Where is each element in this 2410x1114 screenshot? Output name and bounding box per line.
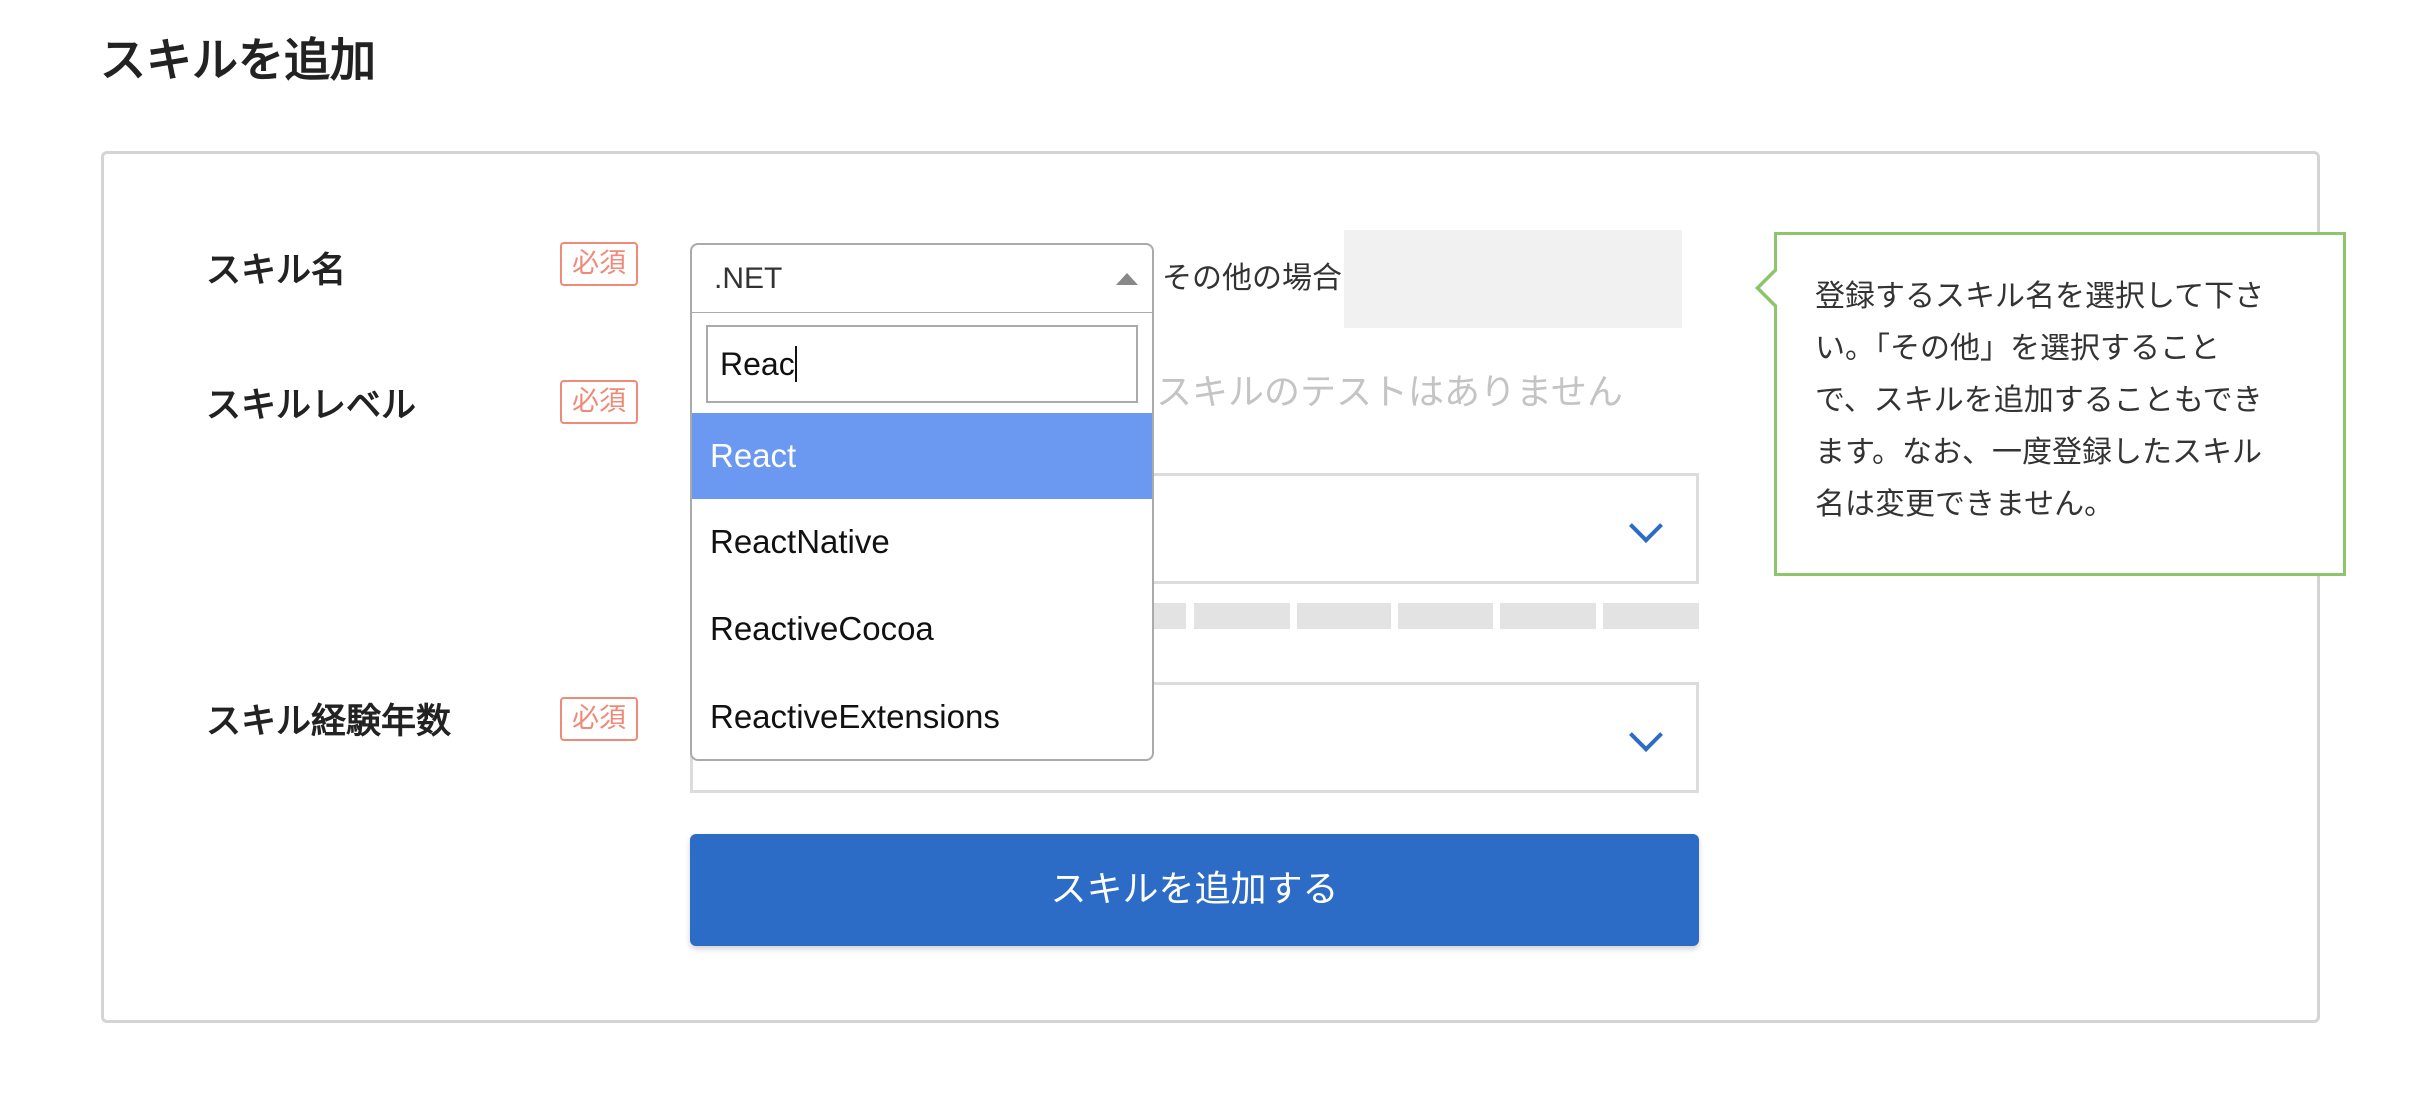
tooltip-arrow-fill <box>1760 271 1777 305</box>
chevron-down-icon <box>1629 718 1663 752</box>
skill-name-dropdown: Reac React ReactNative ReactiveCocoa Rea… <box>690 313 1154 761</box>
dropdown-search-value: Reac <box>720 346 795 382</box>
skill-name-select[interactable]: .NET <box>690 243 1154 314</box>
dropdown-option-reactivecocoa[interactable]: ReactiveCocoa <box>692 586 1152 672</box>
tooltip-line: い。「その他」を選択すること <box>1815 331 2220 366</box>
dropdown-option-reactiveextensions[interactable]: ReactiveExtensions <box>692 674 1152 760</box>
dropdown-option-react[interactable]: React <box>692 413 1152 499</box>
level-meter-segment <box>1398 603 1493 629</box>
tooltip-line: 登録するスキル名を選択して下さ <box>1815 279 2265 314</box>
skill-level-required-badge: 必須 <box>560 380 638 424</box>
skill-name-label: スキル名 <box>206 251 347 291</box>
skill-years-required-badge: 必須 <box>560 697 638 741</box>
level-meter-segment <box>1603 603 1699 629</box>
level-meter-segment <box>1152 603 1186 629</box>
chevron-down-icon <box>1629 509 1663 543</box>
skill-level-label: スキルレベル <box>206 386 417 426</box>
skill-name-selected-value: .NET <box>714 262 783 295</box>
other-skill-input[interactable] <box>1344 230 1682 328</box>
text-cursor <box>794 346 797 382</box>
skill-years-label: スキル経験年数 <box>206 702 452 742</box>
tooltip-line: ます。なお、一度登録したスキル <box>1815 435 2262 470</box>
add-skill-button[interactable]: スキルを追加する <box>690 834 1699 946</box>
skill-name-help-tooltip: 登録するスキル名を選択して下さ い。「その他」を選択すること で、スキルを追加す… <box>1755 232 2346 576</box>
level-meter-segment <box>1297 603 1391 629</box>
level-meter-segment <box>1194 603 1290 629</box>
tooltip-line: 名は変更できません。 <box>1815 487 2115 522</box>
other-skill-label: その他の場合 <box>1162 261 1342 296</box>
level-meter-segment <box>1500 603 1596 629</box>
skill-name-required-badge: 必須 <box>560 242 638 286</box>
no-skill-test-message: スキルのテストはありません <box>1156 372 1623 413</box>
tooltip-line: で、スキルを追加することもでき <box>1815 383 2263 418</box>
caret-up-icon <box>1116 273 1138 285</box>
dropdown-search-input[interactable]: Reac <box>706 325 1138 403</box>
page-title: スキルを追加 <box>100 33 376 87</box>
dropdown-option-reactnative[interactable]: ReactNative <box>692 499 1152 585</box>
